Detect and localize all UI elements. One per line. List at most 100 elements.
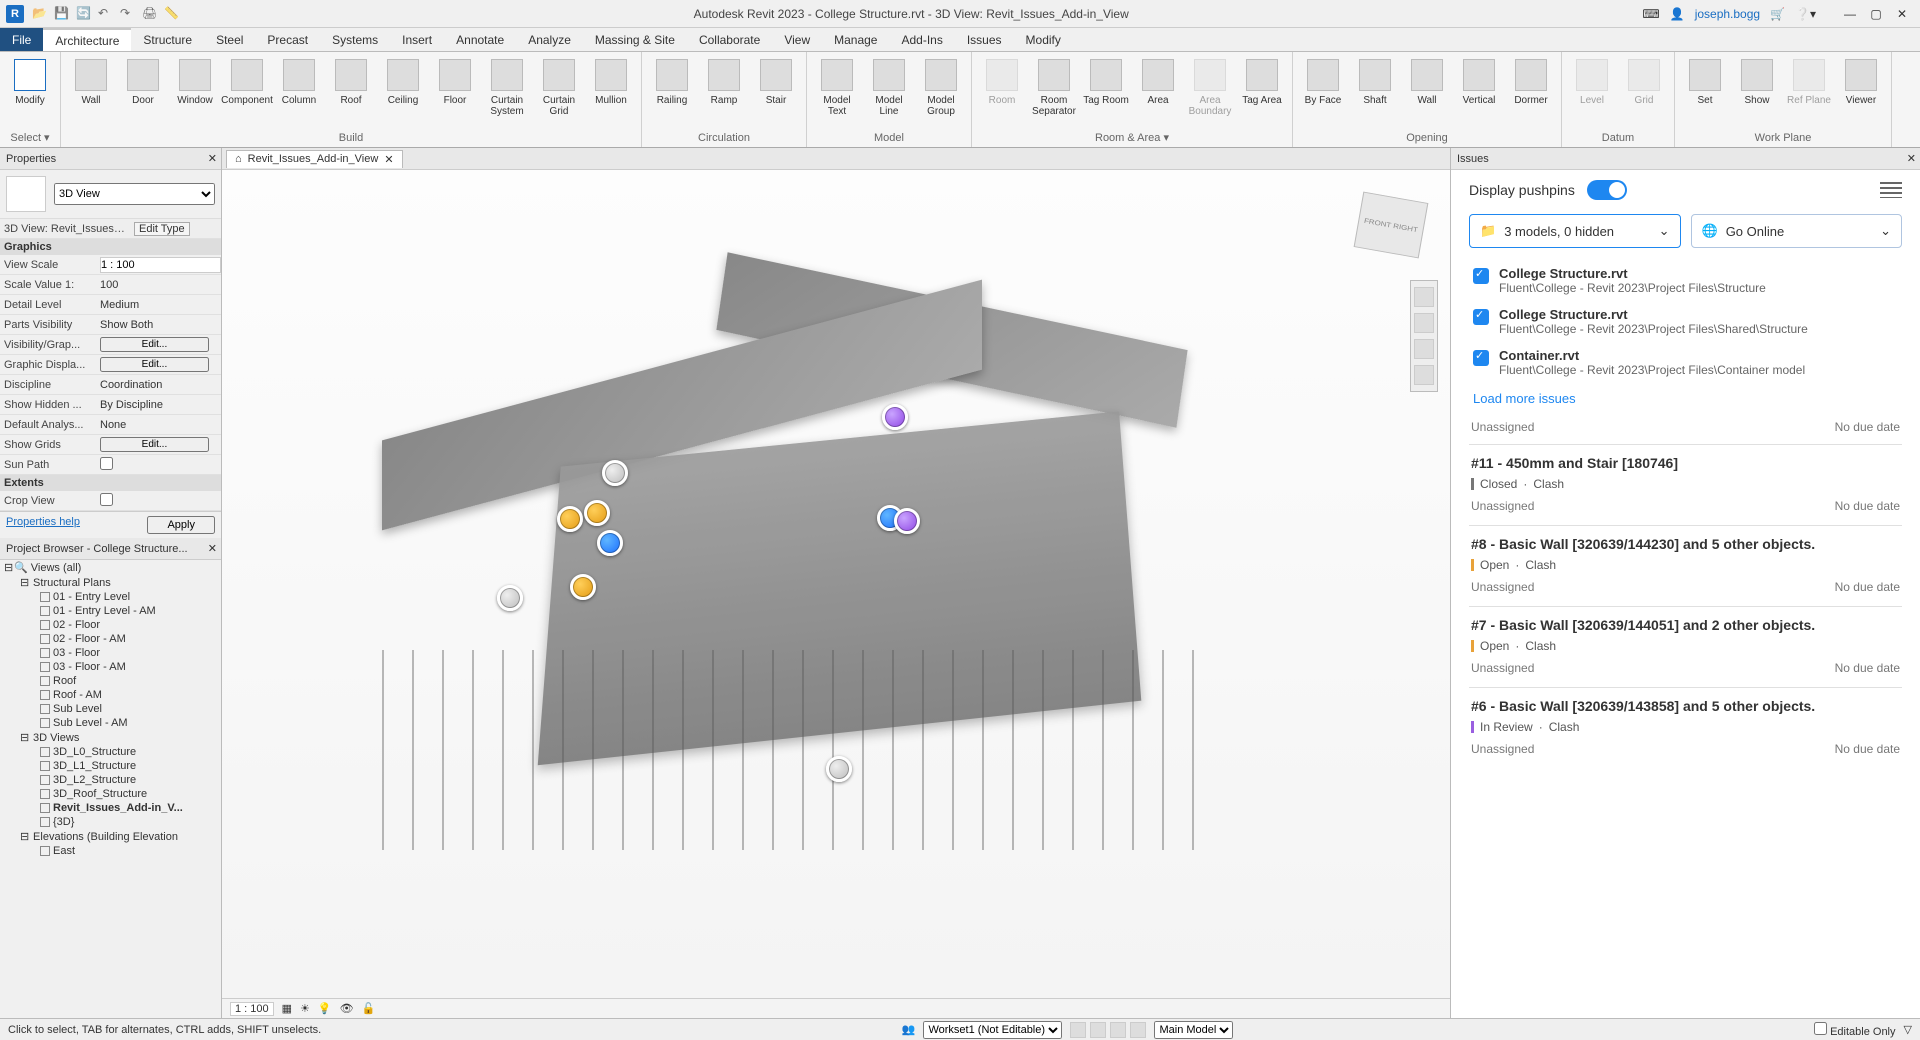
prop-edit-button[interactable]: Edit... xyxy=(100,437,209,452)
tab-analyze[interactable]: Analyze xyxy=(516,28,583,51)
tree-item[interactable]: 01 - Entry Level - AM xyxy=(0,604,221,618)
prop-value[interactable]: None xyxy=(96,419,221,431)
model-item[interactable]: Container.rvtFluent\College - Revit 2023… xyxy=(1469,342,1902,383)
tool-curtain-system[interactable]: Curtain System xyxy=(483,56,531,117)
sb-icon[interactable] xyxy=(1090,1022,1106,1038)
tree-item[interactable]: 3D_Roof_Structure xyxy=(0,787,221,801)
prop-value[interactable] xyxy=(96,257,221,273)
tool-floor[interactable]: Floor xyxy=(431,56,479,106)
tree-item[interactable]: 02 - Floor - AM xyxy=(0,632,221,646)
zoom-icon[interactable] xyxy=(1414,339,1434,359)
view-tab-close-icon[interactable]: ✕ xyxy=(384,153,393,166)
go-online-button[interactable]: 🌐 Go Online ⌄ xyxy=(1691,214,1903,248)
tool-dormer[interactable]: Dormer xyxy=(1507,56,1555,106)
tool-modify[interactable]: Modify xyxy=(6,56,54,106)
vcb-icon[interactable]: 🔓 xyxy=(362,1002,376,1015)
tree-group[interactable]: ⊟ Structural Plans xyxy=(0,575,221,590)
tool-component[interactable]: Component xyxy=(223,56,271,106)
sb-icon[interactable] xyxy=(1130,1022,1146,1038)
tool-door[interactable]: Door xyxy=(119,56,167,106)
issue-pushpin[interactable] xyxy=(602,460,628,486)
tab-modify[interactable]: Modify xyxy=(1014,28,1073,51)
tool-by-face[interactable]: By Face xyxy=(1299,56,1347,106)
view-cube[interactable]: FRONT RIGHT xyxy=(1354,192,1429,259)
tool-curtain-grid[interactable]: Curtain Grid xyxy=(535,56,583,117)
tool-railing[interactable]: Railing xyxy=(648,56,696,106)
tab-view[interactable]: View xyxy=(772,28,822,51)
issue-item[interactable]: #7 - Basic Wall [320639/144051] and 2 ot… xyxy=(1469,606,1902,687)
maximize-button[interactable]: ▢ xyxy=(1864,6,1888,22)
tool-model-line[interactable]: Model Line xyxy=(865,56,913,117)
tree-root[interactable]: ⊟🔍 Views (all) xyxy=(0,560,221,575)
prop-value[interactable]: 100 xyxy=(96,279,221,291)
tool-area[interactable]: Area xyxy=(1134,56,1182,106)
tab-annotate[interactable]: Annotate xyxy=(444,28,516,51)
tab-file[interactable]: File xyxy=(0,28,43,51)
prop-value[interactable]: Coordination xyxy=(96,379,221,391)
tool-ramp[interactable]: Ramp xyxy=(700,56,748,106)
pan-icon[interactable] xyxy=(1414,313,1434,333)
orbit-icon[interactable] xyxy=(1414,365,1434,385)
issue-item[interactable]: #6 - Basic Wall [320639/143858] and 5 ot… xyxy=(1469,687,1902,768)
model-checkbox[interactable] xyxy=(1473,350,1489,366)
tree-item[interactable]: 3D_L1_Structure xyxy=(0,759,221,773)
load-more-issues-link[interactable]: Load more issues xyxy=(1469,383,1902,414)
model-item[interactable]: College Structure.rvtFluent\College - Re… xyxy=(1469,260,1902,301)
close-issues-icon[interactable]: ✕ xyxy=(1907,152,1916,165)
tab-massing-site[interactable]: Massing & Site xyxy=(583,28,687,51)
prop-value[interactable]: Medium xyxy=(96,299,221,311)
tool-room-separator[interactable]: Room Separator xyxy=(1030,56,1078,117)
workset-selector[interactable]: Workset1 (Not Editable) xyxy=(923,1021,1062,1039)
models-filter-button[interactable]: 📁 3 models, 0 hidden ⌄ xyxy=(1469,214,1681,248)
properties-type-selector[interactable]: 3D View xyxy=(54,183,215,205)
vcb-icon[interactable]: 👁 xyxy=(340,1002,354,1015)
main-model-selector[interactable]: Main Model xyxy=(1154,1021,1233,1039)
tool-viewer[interactable]: Viewer xyxy=(1837,56,1885,106)
tool-stair[interactable]: Stair xyxy=(752,56,800,106)
prop-input[interactable] xyxy=(100,257,221,273)
tab-manage[interactable]: Manage xyxy=(822,28,889,51)
tab-architecture[interactable]: Architecture xyxy=(43,28,131,51)
tree-item[interactable]: {3D} xyxy=(0,815,221,829)
sb-filter-icon[interactable]: ▽ xyxy=(1904,1023,1912,1036)
tab-add-ins[interactable]: Add-Ins xyxy=(889,28,954,51)
keytips-icon[interactable]: ⌨ xyxy=(1642,7,1659,21)
tool-ceiling[interactable]: Ceiling xyxy=(379,56,427,106)
tool-column[interactable]: Column xyxy=(275,56,323,106)
tree-item[interactable]: 02 - Floor xyxy=(0,618,221,632)
tool-shaft[interactable]: Shaft xyxy=(1351,56,1399,106)
editable-only-checkbox[interactable]: Editable Only xyxy=(1814,1022,1896,1038)
tree-item[interactable]: Sub Level xyxy=(0,702,221,716)
tree-item[interactable]: Sub Level - AM xyxy=(0,716,221,730)
tab-collaborate[interactable]: Collaborate xyxy=(687,28,772,51)
qat-open-icon[interactable]: 📂 xyxy=(32,6,48,22)
issue-pushpin[interactable] xyxy=(894,508,920,534)
prop-value[interactable] xyxy=(96,457,221,473)
issue-item[interactable]: #11 - 450mm and Stair [180746]Closed · C… xyxy=(1469,444,1902,525)
tree-item[interactable]: 3D_L0_Structure xyxy=(0,745,221,759)
display-pushpins-toggle[interactable] xyxy=(1587,180,1627,200)
issue-pushpin[interactable] xyxy=(497,585,523,611)
prop-value[interactable]: Edit... xyxy=(96,357,221,372)
tool-window[interactable]: Window xyxy=(171,56,219,106)
vcb-icon[interactable]: ▦ xyxy=(282,1002,292,1015)
properties-help-link[interactable]: Properties help xyxy=(6,516,80,534)
issue-item[interactable]: #8 - Basic Wall [320639/144230] and 5 ot… xyxy=(1469,525,1902,606)
minimize-button[interactable]: — xyxy=(1838,6,1862,22)
issue-pushpin[interactable] xyxy=(826,756,852,782)
tree-item[interactable]: 01 - Entry Level xyxy=(0,590,221,604)
issue-pushpin[interactable] xyxy=(882,404,908,430)
issue-pushpin[interactable] xyxy=(584,500,610,526)
prop-checkbox[interactable] xyxy=(100,457,113,470)
user-name[interactable]: joseph.bogg xyxy=(1695,7,1760,21)
qat-redo-icon[interactable]: ↷ xyxy=(120,6,136,22)
prop-value[interactable]: By Discipline xyxy=(96,399,221,411)
issue-pushpin[interactable] xyxy=(557,506,583,532)
tool-show[interactable]: Show xyxy=(1733,56,1781,106)
tool-tag-room[interactable]: Tag Room xyxy=(1082,56,1130,106)
view-scale[interactable]: 1 : 100 xyxy=(230,1002,274,1016)
tree-item[interactable]: East xyxy=(0,844,221,858)
tool-tag-area[interactable]: Tag Area xyxy=(1238,56,1286,106)
tab-insert[interactable]: Insert xyxy=(390,28,444,51)
prop-edit-button[interactable]: Edit... xyxy=(100,357,209,372)
